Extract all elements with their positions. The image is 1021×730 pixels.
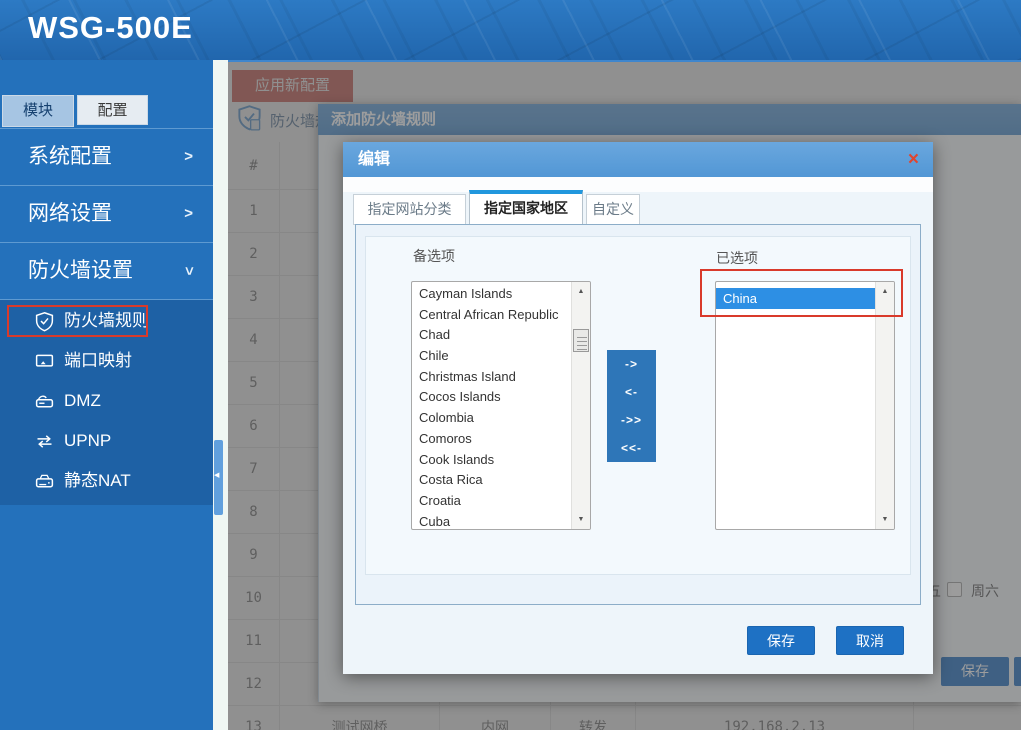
sidebar-item-port-mapping[interactable]: 端口映射 — [0, 341, 213, 381]
list-item[interactable]: Chile — [412, 346, 572, 367]
cancel-button[interactable]: 取消 — [836, 626, 904, 655]
list-item[interactable]: Cocos Islands — [412, 387, 572, 408]
static-nat-icon — [34, 471, 55, 492]
scrollbar-thumb[interactable] — [573, 329, 589, 352]
modal-header: 编辑 × — [343, 142, 933, 177]
sidebar-group-system-config[interactable]: 系统配置 > — [0, 128, 213, 185]
modal-title: 编辑 — [358, 142, 390, 177]
collapse-arrow-icon: ◀ — [214, 471, 219, 479]
scroll-up-icon[interactable]: ▲ — [572, 283, 590, 300]
selected-list[interactable]: China ▲ ▼ — [715, 281, 895, 530]
list-item[interactable]: Colombia — [412, 408, 572, 429]
sidebar-gutter — [213, 60, 228, 730]
available-list[interactable]: Cayman Islands Central African Republic … — [411, 281, 591, 530]
list-item[interactable]: Cuba — [412, 512, 572, 530]
save-button[interactable]: 保存 — [747, 626, 815, 655]
move-all-right-button[interactable]: ->> — [607, 406, 656, 434]
move-right-button[interactable]: -> — [607, 350, 656, 378]
close-icon[interactable]: × — [908, 146, 919, 173]
edit-modal: 编辑 × 指定网站分类 指定国家地区 自定义 备选项 已选项 Cayman Is… — [343, 142, 933, 674]
available-label: 备选项 — [413, 246, 455, 266]
sidebar-collapse-handle[interactable]: ◀ — [214, 440, 223, 515]
list-item[interactable]: Cayman Islands — [412, 284, 572, 305]
chevron-down-icon: > — [161, 267, 217, 276]
tab-website-category[interactable]: 指定网站分类 — [353, 194, 466, 225]
sidebar-item-dmz[interactable]: DMZ — [0, 381, 213, 421]
move-left-button[interactable]: <- — [607, 378, 656, 406]
dmz-device-icon — [34, 391, 55, 412]
transfer-buttons: -> <- ->> <<- — [607, 350, 656, 462]
sidebar-item-firewall-rules[interactable]: 防火墙规则 — [0, 301, 213, 341]
app-title: WSG-500E — [28, 10, 193, 46]
scroll-down-icon[interactable]: ▼ — [572, 511, 590, 528]
scroll-down-icon[interactable]: ▼ — [876, 511, 894, 528]
app-header: WSG-500E — [0, 0, 1021, 60]
list-item[interactable]: Croatia — [412, 491, 572, 512]
scrollbar[interactable]: ▲ ▼ — [875, 282, 894, 529]
tab-custom[interactable]: 自定义 — [586, 194, 640, 225]
list-item-selected[interactable]: China — [716, 288, 876, 309]
main-content: 应用新配置 防火墙规则 # 1允许 2允许 3 4 5 6 7Allow 8 9… — [228, 60, 1021, 730]
list-item[interactable]: Comoros — [412, 429, 572, 450]
sidebar-item-static-nat[interactable]: 静态NAT — [0, 461, 213, 501]
move-all-left-button[interactable]: <<- — [607, 434, 656, 462]
upnp-arrows-icon — [34, 431, 55, 452]
scrollbar[interactable]: ▲ ▼ — [571, 282, 590, 529]
sidebar-group-firewall-settings[interactable]: 防火墙设置 > — [0, 242, 213, 299]
chevron-right-icon: > — [184, 129, 193, 185]
list-item[interactable]: Christmas Island — [412, 367, 572, 388]
list-item[interactable]: Costa Rica — [412, 470, 572, 491]
shield-check-icon — [34, 311, 55, 332]
tab-country-region[interactable]: 指定国家地区 — [469, 190, 583, 225]
list-item[interactable]: Cook Islands — [412, 450, 572, 471]
port-mapping-icon — [34, 351, 55, 372]
sidebar-tab-modules[interactable]: 模块 — [2, 95, 74, 127]
sidebar-tab-config[interactable]: 配置 — [77, 95, 148, 125]
list-item[interactable]: Central African Republic — [412, 305, 572, 326]
list-item[interactable]: Chad — [412, 325, 572, 346]
selected-label: 已选项 — [716, 248, 758, 268]
sidebar-item-upnp[interactable]: UPNP — [0, 421, 213, 461]
scroll-up-icon[interactable]: ▲ — [876, 283, 894, 300]
sidebar-group-network-settings[interactable]: 网络设置 > — [0, 185, 213, 242]
chevron-right-icon: > — [184, 186, 193, 242]
sidebar: 模块 配置 系统配置 > 网络设置 > 防火墙设置 > 防火墙规则 端口映射 — [0, 60, 213, 730]
sidebar-submenu-firewall: 防火墙规则 端口映射 DMZ UPNP 静态NAT — [0, 299, 213, 505]
